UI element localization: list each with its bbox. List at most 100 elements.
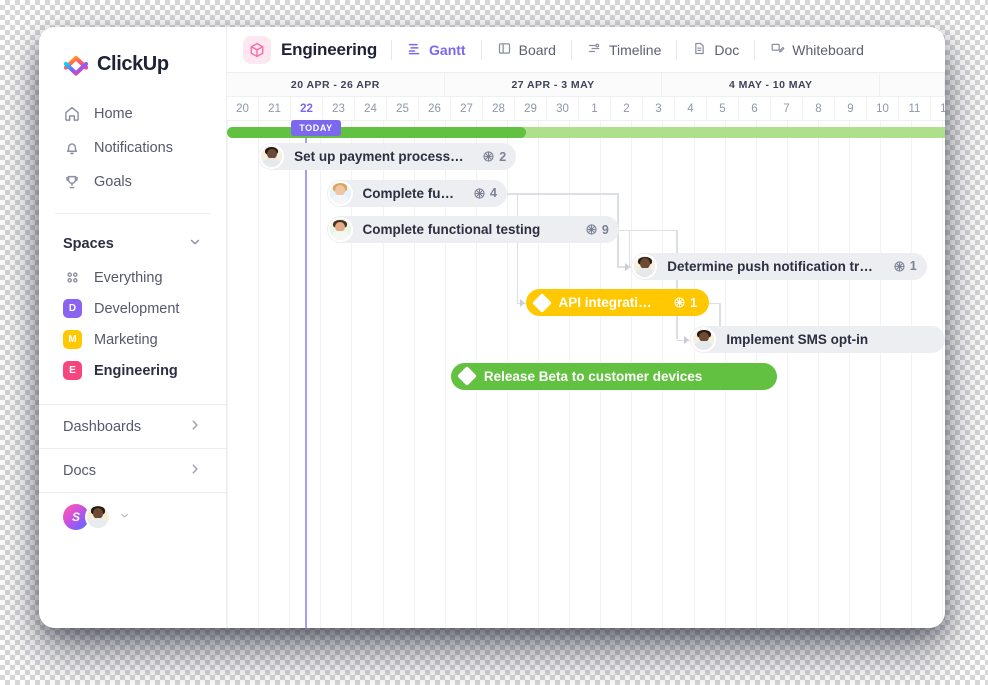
gantt-day-cell[interactable]: 21 — [259, 97, 291, 120]
gantt-task-bar[interactable]: Release Beta to customer devices — [450, 362, 778, 390]
tab-label: Whiteboard — [792, 41, 864, 58]
gantt-day-cell[interactable]: 1 — [579, 97, 611, 120]
space-label: Development — [94, 300, 180, 317]
sidebar-item-everything[interactable]: Everything — [51, 262, 214, 293]
chevron-right-icon — [188, 462, 202, 480]
bell-icon — [63, 139, 81, 157]
chevron-down-icon[interactable] — [119, 508, 130, 526]
sidebar-item-dashboards[interactable]: Dashboards — [39, 404, 226, 448]
home-icon — [63, 105, 81, 123]
task-label: API integration... — [558, 295, 666, 311]
subtask-count: 1 — [885, 259, 917, 273]
gantt-day-cell[interactable]: 30 — [547, 97, 579, 120]
gantt-icon — [407, 41, 422, 59]
avatar-face — [261, 146, 283, 167]
spaces-list: Everything D Development M Marketing E E… — [39, 262, 226, 386]
sidebar-item-development[interactable]: D Development — [51, 293, 214, 324]
avatar-face — [329, 219, 351, 241]
gantt-day-cell[interactable]: 9 — [835, 97, 867, 120]
gantt-gridline — [320, 121, 322, 628]
gantt-day-header: 2021222324252627282930123456789101112 — [227, 97, 945, 121]
gantt-day-cell[interactable]: 6 — [739, 97, 771, 120]
avatar[interactable] — [85, 503, 111, 530]
spaces-section-header[interactable]: Spaces — [39, 228, 226, 258]
gantt-day-cell[interactable]: 5 — [707, 97, 739, 120]
gantt-gridline — [786, 121, 788, 628]
gantt-task-bar[interactable]: Set up payment processing 2 — [258, 143, 517, 170]
gantt-day-cell[interactable]: 8 — [803, 97, 835, 120]
gantt-day-cell[interactable]: 23 — [323, 97, 355, 120]
sidebar-item-notifications[interactable]: Notifications — [51, 131, 214, 165]
gantt-day-cell[interactable]: 4 — [675, 97, 707, 120]
avatar[interactable] — [327, 180, 353, 206]
gantt-task-bar[interactable]: Complete functio...4 — [326, 179, 507, 207]
board-icon — [497, 41, 512, 59]
sidebar-item-docs[interactable]: Docs — [39, 448, 226, 492]
user-account-bar[interactable]: S — [39, 492, 226, 540]
gantt-day-cell[interactable]: 11 — [899, 97, 931, 120]
gantt-day-cell[interactable]: 12 — [931, 97, 945, 120]
link-label: Docs — [63, 462, 97, 479]
task-label: Complete functio... — [362, 185, 465, 201]
gantt-day-cell[interactable]: 2 — [611, 97, 643, 120]
gantt-gridline — [880, 121, 882, 628]
trophy-icon — [63, 173, 81, 191]
page-title: Engineering — [281, 39, 378, 59]
today-line — [305, 121, 307, 628]
sidebar: ClickUp Home Notifications Goals Spaces … — [39, 27, 227, 628]
cube-icon — [243, 35, 271, 64]
whiteboard-icon — [770, 41, 785, 59]
task-label: Complete functional testing — [362, 222, 541, 238]
tab-whiteboard[interactable]: Whiteboard — [755, 35, 879, 65]
avatar-face — [693, 329, 715, 350]
gantt-day-cell[interactable]: 24 — [355, 97, 387, 120]
gantt-day-cell[interactable]: 20 — [227, 97, 259, 120]
gantt-task-bar[interactable]: Determine push notification triggers 1 — [631, 252, 927, 280]
gantt-gridline — [289, 121, 291, 628]
gantt-chart[interactable]: 20 APR - 26 APR 27 APR - 3 MAY 4 MAY - 10 … — [227, 73, 945, 628]
gantt-task-bar[interactable]: Implement SMS opt-in — [690, 326, 945, 353]
gantt-task-bar[interactable]: Complete functional testing 9 — [326, 216, 619, 244]
gantt-gridline — [817, 121, 819, 628]
clickup-logo-icon — [63, 51, 89, 77]
gantt-day-cell[interactable]: 26 — [419, 97, 451, 120]
tab-board[interactable]: Board — [482, 35, 571, 65]
view-toolbar: Engineering Gantt Board Timeline Doc Whi… — [227, 27, 945, 73]
sidebar-item-label: Notifications — [94, 140, 173, 156]
gantt-day-cell[interactable]: 10 — [867, 97, 899, 120]
gantt-task-bar[interactable]: API integration... 1 — [525, 289, 710, 317]
gantt-day-cell[interactable]: 7 — [771, 97, 803, 120]
gantt-week-header: 20 APR - 26 APR 27 APR - 3 MAY 4 MAY - 10 … — [227, 73, 945, 97]
gantt-week-label: 20 APR - 26 APR — [227, 73, 445, 96]
gantt-day-cell[interactable]: 29 — [515, 97, 547, 120]
avatar-face — [329, 182, 351, 204]
gantt-day-cell[interactable]: 27 — [451, 97, 483, 120]
subtask-count: 2 — [474, 150, 506, 164]
sidebar-item-home[interactable]: Home — [51, 97, 214, 131]
subtask-count: 9 — [577, 223, 609, 237]
avatar[interactable] — [632, 253, 658, 279]
gantt-day-cell[interactable]: 3 — [643, 97, 675, 120]
clickup-logo[interactable]: ClickUp — [39, 45, 226, 77]
tab-doc[interactable]: Doc — [677, 35, 754, 65]
avatar[interactable] — [327, 217, 353, 243]
gantt-day-cell[interactable]: 22 — [291, 97, 323, 120]
chevron-down-icon — [188, 235, 202, 253]
subtask-count: 1 — [665, 296, 697, 310]
sidebar-item-goals[interactable]: Goals — [51, 165, 214, 199]
grid-dots-icon — [63, 270, 82, 285]
avatar[interactable] — [691, 327, 717, 352]
primary-nav: Home Notifications Goals — [39, 97, 226, 199]
sidebar-item-engineering[interactable]: E Engineering — [51, 355, 214, 386]
sidebar-item-marketing[interactable]: M Marketing — [51, 324, 214, 355]
gantt-day-cell[interactable]: 25 — [387, 97, 419, 120]
sidebar-item-label: Goals — [94, 174, 132, 190]
tab-gantt[interactable]: Gantt — [392, 35, 481, 65]
tab-timeline[interactable]: Timeline — [572, 35, 676, 65]
avatar[interactable] — [259, 144, 285, 169]
doc-icon — [692, 41, 707, 59]
space-label: Everything — [94, 269, 163, 286]
gantt-grid[interactable]: TODAY Set up payment processing 2 Complete … — [227, 120, 945, 628]
gantt-day-cell[interactable]: 28 — [483, 97, 515, 120]
gantt-gridline — [942, 121, 944, 628]
